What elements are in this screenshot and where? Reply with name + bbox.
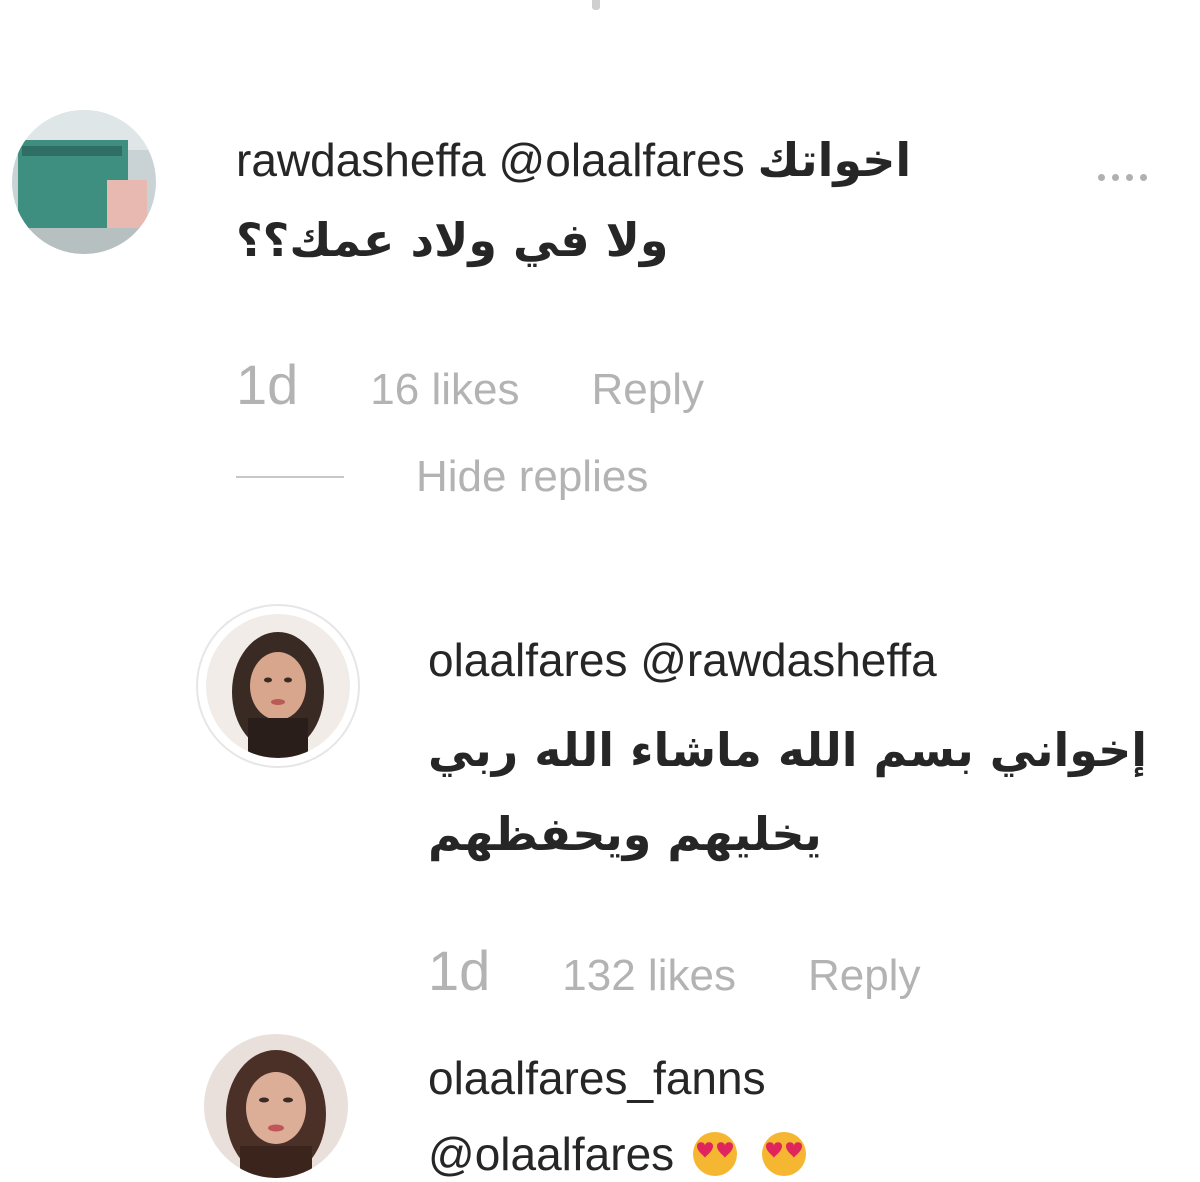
comment-text: يخليهم ويحفظهم (428, 807, 822, 861)
comment-1-meta: 1d 16 likes Reply (236, 352, 704, 417)
avatar-olaalfares[interactable] (196, 604, 360, 768)
hide-replies-label: Hide replies (416, 452, 649, 501)
avatar-rawdasheffa[interactable] (12, 110, 156, 254)
comment-username[interactable]: olaalfares (428, 634, 627, 686)
more-options-icon[interactable] (1098, 174, 1147, 181)
hide-replies-button[interactable]: Hide replies (236, 452, 648, 502)
avatar-image (206, 614, 350, 758)
cropped-top-element (592, 0, 600, 10)
avatar-image (12, 110, 156, 254)
reply-button[interactable]: Reply (591, 365, 704, 415)
comment-likes[interactable]: 132 likes (562, 951, 736, 1001)
reply-button[interactable]: Reply (808, 951, 921, 1001)
reply-1-line-1: olaalfares @rawdasheffa (428, 632, 937, 688)
comment-mention[interactable]: @rawdasheffa (640, 634, 936, 686)
heart-eyes-emoji-icon (692, 1132, 737, 1176)
comment-1-line-1: rawdasheffa @olaalfares اخواتك (236, 132, 911, 188)
comment-text: اخواتك (757, 133, 912, 187)
comment-text: ولا في ولاد عمك؟؟ (236, 213, 669, 267)
comment-text: إخواني بسم الله ماشاء الله ربي (428, 723, 1148, 777)
comment-likes[interactable]: 16 likes (370, 365, 519, 415)
reply-1-line-3: يخليهم ويحفظهم (428, 806, 822, 862)
heart-eyes-emoji-icon (761, 1132, 806, 1176)
divider-line (236, 476, 344, 478)
comment-mention[interactable]: @olaalfares (499, 134, 745, 186)
comment-1-line-2: ولا في ولاد عمك؟؟ (236, 212, 668, 268)
comment-mention[interactable]: @olaalfares (428, 1128, 674, 1180)
comment-username[interactable]: olaalfares_fanns (428, 1052, 766, 1104)
reply-2-line-1: olaalfares_fanns (428, 1050, 766, 1106)
reply-1-line-2: إخواني بسم الله ماشاء الله ربي (428, 722, 1147, 778)
comment-time: 1d (236, 353, 299, 416)
avatar-olaalfares-fanns[interactable] (204, 1034, 348, 1178)
reply-2-line-2: @olaalfares (428, 1126, 812, 1182)
reply-1-meta: 1d 132 likes Reply (428, 938, 920, 1003)
comment-username[interactable]: rawdasheffa (236, 134, 486, 186)
comment-time: 1d (428, 939, 491, 1002)
avatar-image (204, 1034, 348, 1178)
